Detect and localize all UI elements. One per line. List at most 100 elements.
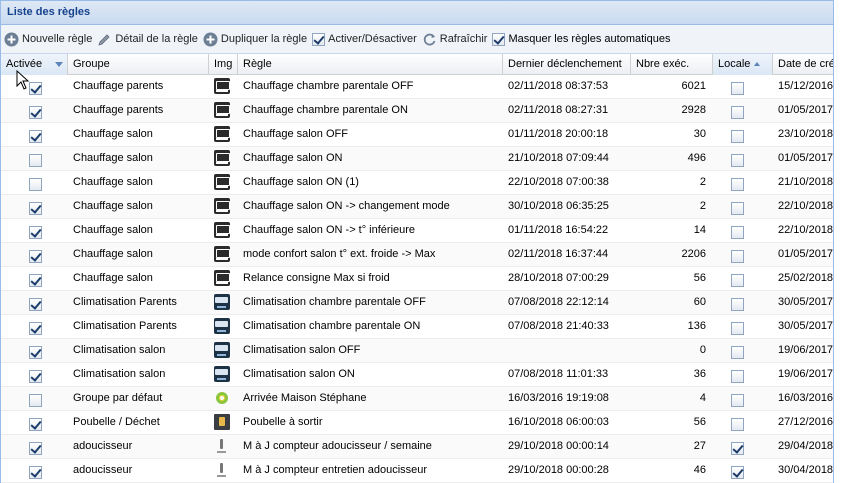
column-header-active[interactable]: Activée bbox=[1, 54, 68, 75]
rule-cell: Chauffage salon ON (1) bbox=[243, 176, 359, 188]
img-cell bbox=[209, 195, 238, 219]
rule-cell: Relance consigne Max si froid bbox=[243, 272, 390, 284]
exec-count-cell: 496 bbox=[687, 152, 706, 164]
column-header-local[interactable]: Locale bbox=[713, 54, 773, 75]
local-checkbox[interactable] bbox=[731, 322, 744, 336]
local-cell bbox=[713, 315, 773, 339]
local-checkbox[interactable] bbox=[731, 154, 744, 168]
active-checkbox[interactable] bbox=[29, 130, 42, 144]
local-checkbox[interactable] bbox=[731, 442, 744, 456]
sort-asc-icon bbox=[754, 62, 761, 67]
local-checkbox[interactable] bbox=[731, 394, 744, 408]
img-cell bbox=[209, 267, 238, 291]
rule-cell: Climatisation salon OFF bbox=[243, 344, 361, 356]
img-cell bbox=[209, 123, 238, 147]
rule-cell: Arrivée Maison Stéphane bbox=[243, 392, 367, 404]
local-checkbox[interactable] bbox=[731, 466, 744, 480]
rule-detail-button[interactable]: Détail de la règle bbox=[97, 32, 198, 47]
active-checkbox[interactable] bbox=[29, 322, 42, 336]
created-date-cell: 25/02/2018 bbox=[778, 272, 834, 284]
group-cell: Groupe par défaut bbox=[73, 392, 163, 404]
group-cell: adoucisseur bbox=[73, 440, 133, 452]
table-row[interactable]: Groupe par défaut Arrivée Maison Stéphan… bbox=[1, 387, 833, 411]
table-row[interactable]: Chauffage salon Chauffage salon ON 21/10… bbox=[1, 147, 833, 171]
table-row[interactable]: Chauffage salon Chauffage salon ON (1) 2… bbox=[1, 171, 833, 195]
created-date-cell: 19/06/2017 bbox=[778, 368, 834, 380]
refresh-button[interactable]: Rafraîchir bbox=[422, 32, 488, 47]
table-row[interactable]: Chauffage salon Chauffage salon ON -> t°… bbox=[1, 219, 833, 243]
local-checkbox[interactable] bbox=[731, 178, 744, 192]
active-checkbox[interactable] bbox=[29, 154, 42, 168]
img-cell bbox=[209, 99, 238, 123]
heating-icon bbox=[214, 198, 230, 214]
active-checkbox[interactable] bbox=[29, 250, 42, 264]
table-row[interactable]: adoucisseur M à J compteur adoucisseur /… bbox=[1, 435, 833, 459]
active-checkbox[interactable] bbox=[29, 178, 42, 192]
group-cell: Chauffage salon bbox=[73, 224, 153, 236]
column-header-group[interactable]: Groupe bbox=[68, 54, 209, 75]
local-checkbox[interactable] bbox=[731, 418, 744, 432]
new-rule-button[interactable]: Nouvelle règle bbox=[4, 32, 92, 47]
active-cell bbox=[1, 363, 68, 387]
column-header-created[interactable]: Date de cré bbox=[773, 54, 833, 75]
active-checkbox[interactable] bbox=[29, 298, 42, 312]
exec-count-cell: 30 bbox=[693, 128, 706, 140]
table-row[interactable]: Chauffage parents Chauffage chambre pare… bbox=[1, 99, 833, 123]
active-checkbox[interactable] bbox=[29, 418, 42, 432]
table-row[interactable]: Climatisation Parents Climatisation cham… bbox=[1, 291, 833, 315]
column-header-exec-count[interactable]: Nbre exéc. bbox=[631, 54, 713, 75]
active-checkbox[interactable] bbox=[29, 370, 42, 384]
local-checkbox[interactable] bbox=[731, 202, 744, 216]
column-header-img[interactable]: Img bbox=[209, 54, 238, 75]
active-checkbox[interactable] bbox=[29, 82, 42, 96]
active-checkbox[interactable] bbox=[29, 442, 42, 456]
table-row[interactable]: Chauffage salon Chauffage salon ON -> ch… bbox=[1, 195, 833, 219]
table-row[interactable]: Climatisation salon Climatisation salon … bbox=[1, 339, 833, 363]
column-menu-icon[interactable] bbox=[55, 62, 63, 67]
heating-icon bbox=[214, 174, 230, 190]
local-checkbox[interactable] bbox=[731, 106, 744, 120]
local-checkbox[interactable] bbox=[731, 370, 744, 384]
duplicate-rule-button[interactable]: Dupliquer la règle bbox=[203, 32, 307, 47]
active-cell bbox=[1, 243, 68, 267]
active-checkbox[interactable] bbox=[29, 226, 42, 240]
local-checkbox[interactable] bbox=[731, 226, 744, 240]
hide-auto-checkbox[interactable] bbox=[492, 32, 506, 46]
img-cell bbox=[209, 387, 238, 411]
active-checkbox[interactable] bbox=[29, 346, 42, 360]
column-header-rule[interactable]: Règle bbox=[238, 54, 503, 75]
active-checkbox[interactable] bbox=[29, 106, 42, 120]
table-row[interactable]: Chauffage salon mode confort salon t° ex… bbox=[1, 243, 833, 267]
active-checkbox[interactable] bbox=[29, 202, 42, 216]
local-checkbox[interactable] bbox=[731, 274, 744, 288]
local-checkbox[interactable] bbox=[731, 82, 744, 96]
img-cell bbox=[209, 171, 238, 195]
table-row[interactable]: adoucisseur M à J compteur entretien ado… bbox=[1, 459, 833, 483]
table-row[interactable]: Climatisation Parents Climatisation cham… bbox=[1, 315, 833, 339]
hide-auto-rules-toggle[interactable]: Masquer les règles automatiques bbox=[492, 32, 670, 46]
table-row[interactable]: Poubelle / Déchet Poubelle à sortir 16/1… bbox=[1, 411, 833, 435]
table-row[interactable]: Chauffage salon Relance consigne Max si … bbox=[1, 267, 834, 291]
active-cell bbox=[1, 267, 68, 291]
local-checkbox[interactable] bbox=[731, 346, 744, 360]
last-trigger-cell: 29/10/2018 00:00:14 bbox=[508, 440, 609, 452]
local-checkbox[interactable] bbox=[731, 130, 744, 144]
toggle-checkbox[interactable] bbox=[312, 32, 326, 46]
active-checkbox[interactable] bbox=[29, 274, 42, 288]
heating-icon bbox=[214, 222, 230, 238]
toggle-active-button[interactable]: Activer/Désactiver bbox=[312, 32, 417, 46]
active-checkbox[interactable] bbox=[29, 394, 42, 408]
table-row[interactable]: Climatisation salon Climatisation salon … bbox=[1, 363, 834, 387]
table-row[interactable]: Chauffage parents Chauffage chambre pare… bbox=[1, 75, 833, 99]
active-checkbox[interactable] bbox=[29, 466, 42, 480]
exec-count-cell: 2 bbox=[699, 176, 706, 188]
local-cell bbox=[713, 387, 773, 411]
table-row[interactable]: Chauffage salon Chauffage salon OFF 01/1… bbox=[1, 123, 833, 147]
local-cell bbox=[713, 339, 773, 363]
column-header-last-trigger[interactable]: Dernier déclenchement bbox=[503, 54, 631, 75]
local-checkbox[interactable] bbox=[731, 250, 744, 264]
rule-cell: M à J compteur adoucisseur / semaine bbox=[243, 440, 432, 452]
local-checkbox[interactable] bbox=[731, 298, 744, 312]
exec-count-cell: 0 bbox=[699, 344, 706, 356]
refresh-label: Rafraîchir bbox=[439, 33, 488, 45]
